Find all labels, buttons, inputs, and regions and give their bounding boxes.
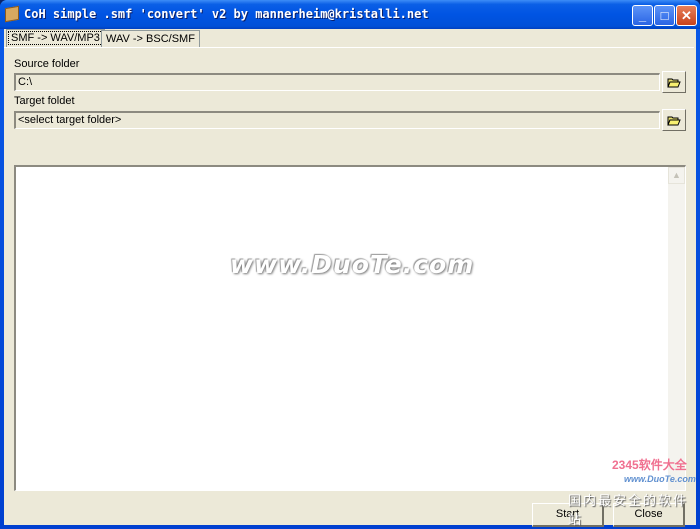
vertical-scrollbar[interactable]: ▲	[668, 167, 685, 490]
tab-panel: Source folder C:\ Target foldet <select …	[4, 47, 694, 527]
tab-smf-to-wav[interactable]: SMF -> WAV/MP3	[6, 29, 105, 47]
window-title: CoH simple .smf 'convert' v2 by mannerhe…	[24, 7, 429, 21]
watermark-url: www.DuoTe.com	[624, 474, 696, 484]
minimize-button[interactable]: _	[632, 5, 653, 26]
scroll-up-arrow-icon[interactable]: ▲	[668, 167, 685, 184]
folder-open-icon	[667, 78, 681, 87]
log-textarea[interactable]: ▲	[14, 165, 686, 491]
close-window-button[interactable]: ✕	[676, 5, 697, 26]
source-folder-label: Source folder	[14, 58, 80, 70]
tab-wav-to-bsc[interactable]: WAV -> BSC/SMF	[101, 30, 200, 47]
target-folder-label: Target foldet	[14, 95, 75, 107]
target-folder-input[interactable]: <select target folder>	[14, 111, 660, 129]
watermark-slogan: 国内最安全的软件站	[568, 493, 689, 527]
maximize-button[interactable]: □	[654, 5, 675, 26]
folder-open-icon	[667, 116, 681, 125]
watermark: www.DuoTe.com	[230, 250, 475, 279]
browse-source-button[interactable]	[662, 71, 686, 93]
watermark-brand: 2345软件大全	[612, 458, 687, 472]
title-bar[interactable]: CoH simple .smf 'convert' v2 by mannerhe…	[0, 0, 700, 29]
browse-target-button[interactable]	[662, 109, 686, 131]
source-folder-input[interactable]: C:\	[14, 73, 660, 91]
app-icon	[5, 5, 19, 23]
